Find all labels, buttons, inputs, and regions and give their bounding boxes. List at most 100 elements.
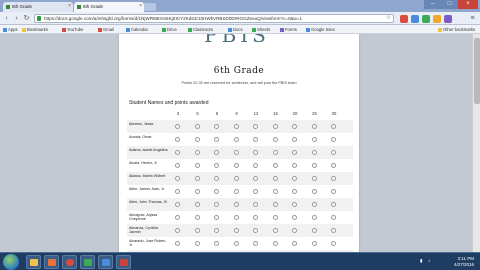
minimize-button[interactable]: – [424, 0, 441, 9]
radio-button[interactable] [233, 228, 239, 233]
menu-icon[interactable]: ≡ [468, 14, 477, 23]
radio-button[interactable] [233, 215, 239, 220]
radio-button[interactable] [292, 163, 297, 168]
radio-button[interactable] [233, 137, 239, 142]
bookmark-item[interactable]: YouTube [62, 26, 83, 33]
radio-button[interactable] [175, 189, 180, 194]
taskbar-app[interactable] [116, 255, 131, 269]
bookmark-star-icon[interactable]: ☆ [384, 14, 393, 23]
radio-button[interactable] [331, 202, 336, 207]
radio-button[interactable] [272, 189, 278, 194]
radio-button[interactable] [214, 241, 219, 246]
radio-button[interactable] [253, 163, 258, 168]
taskbar-explorer[interactable] [26, 255, 41, 269]
radio-button[interactable] [214, 189, 219, 194]
radio-button[interactable] [233, 150, 239, 155]
bookmark-item[interactable]: Calendar [126, 26, 148, 33]
radio-button[interactable] [292, 124, 297, 129]
radio-button[interactable] [214, 176, 219, 181]
radio-button[interactable] [311, 124, 317, 129]
radio-button[interactable] [272, 202, 278, 207]
radio-button[interactable] [292, 241, 297, 246]
radio-button[interactable] [175, 215, 180, 220]
radio-button[interactable] [253, 189, 258, 194]
bookmark-item[interactable]: Classroom [188, 26, 213, 33]
extension-icon[interactable] [444, 15, 452, 23]
radio-button[interactable] [194, 241, 200, 246]
bookmark-item[interactable]: Forms [280, 26, 297, 33]
radio-button[interactable] [194, 215, 200, 220]
radio-button[interactable] [175, 202, 180, 207]
extension-icon[interactable] [411, 15, 419, 23]
radio-button[interactable] [311, 228, 317, 233]
radio-button[interactable] [331, 176, 336, 181]
radio-button[interactable] [175, 176, 180, 181]
radio-button[interactable] [175, 150, 180, 155]
radio-button[interactable] [194, 150, 200, 155]
bookmark-item[interactable]: Other bookmarks [438, 26, 475, 33]
back-icon[interactable]: ‹ [2, 14, 11, 23]
radio-button[interactable] [175, 228, 180, 233]
radio-button[interactable] [292, 176, 297, 181]
system-clock[interactable]: 3:11 PM 4/27/2016 [454, 256, 474, 268]
radio-button[interactable] [292, 215, 297, 220]
bookmark-item[interactable]: Apps [3, 26, 18, 33]
radio-button[interactable] [311, 241, 317, 246]
radio-button[interactable] [214, 228, 219, 233]
maximize-button[interactable]: □ [441, 0, 458, 9]
radio-button[interactable] [194, 176, 200, 181]
extension-icon[interactable] [400, 15, 408, 23]
radio-button[interactable] [214, 215, 219, 220]
radio-button[interactable] [253, 202, 258, 207]
taskbar-app[interactable] [80, 255, 95, 269]
bookmark-item[interactable]: Gmail [98, 26, 114, 33]
radio-button[interactable] [331, 137, 336, 142]
radio-button[interactable] [292, 189, 297, 194]
radio-button[interactable] [272, 163, 278, 168]
bookmark-item[interactable]: Bookmarks [22, 26, 48, 33]
radio-button[interactable] [331, 163, 336, 168]
radio-button[interactable] [272, 241, 278, 246]
radio-button[interactable] [233, 176, 239, 181]
radio-button[interactable] [194, 163, 200, 168]
radio-button[interactable] [214, 124, 219, 129]
address-bar[interactable]: https://docs.google.com/a/mhsgfd.org/for… [34, 14, 394, 23]
reload-icon[interactable]: ↻ [22, 14, 31, 23]
radio-button[interactable] [233, 189, 239, 194]
close-window-button[interactable]: × [458, 0, 478, 9]
radio-button[interactable] [292, 150, 297, 155]
radio-button[interactable] [311, 202, 317, 207]
radio-button[interactable] [331, 241, 336, 246]
radio-button[interactable] [175, 137, 180, 142]
radio-button[interactable] [292, 202, 297, 207]
radio-button[interactable] [272, 137, 278, 142]
radio-button[interactable] [175, 241, 180, 246]
radio-button[interactable] [311, 137, 317, 142]
bookmark-item[interactable]: Sheets [252, 26, 270, 33]
radio-button[interactable] [253, 124, 258, 129]
radio-button[interactable] [292, 228, 297, 233]
bookmark-item[interactable]: Docs [228, 26, 243, 33]
extension-icon[interactable] [422, 15, 430, 23]
radio-button[interactable] [253, 137, 258, 142]
radio-button[interactable] [175, 163, 180, 168]
radio-button[interactable] [311, 215, 317, 220]
radio-button[interactable] [292, 137, 297, 142]
network-icon[interactable]: ▮ [420, 258, 422, 264]
radio-button[interactable] [253, 228, 258, 233]
browser-tab-1[interactable]: 6th Grade × [3, 2, 73, 12]
radio-button[interactable] [253, 215, 258, 220]
radio-button[interactable] [233, 124, 239, 129]
bookmark-item[interactable]: Google Sites [306, 26, 335, 33]
radio-button[interactable] [272, 215, 278, 220]
new-tab-button[interactable] [144, 3, 156, 11]
radio-button[interactable] [331, 150, 336, 155]
taskbar-chrome[interactable] [62, 255, 77, 269]
radio-button[interactable] [233, 202, 239, 207]
close-tab-icon[interactable]: × [139, 3, 142, 9]
radio-button[interactable] [194, 124, 200, 129]
radio-button[interactable] [194, 189, 200, 194]
radio-button[interactable] [331, 228, 336, 233]
radio-button[interactable] [272, 124, 278, 129]
volume-icon[interactable]: ♪ [428, 258, 430, 263]
